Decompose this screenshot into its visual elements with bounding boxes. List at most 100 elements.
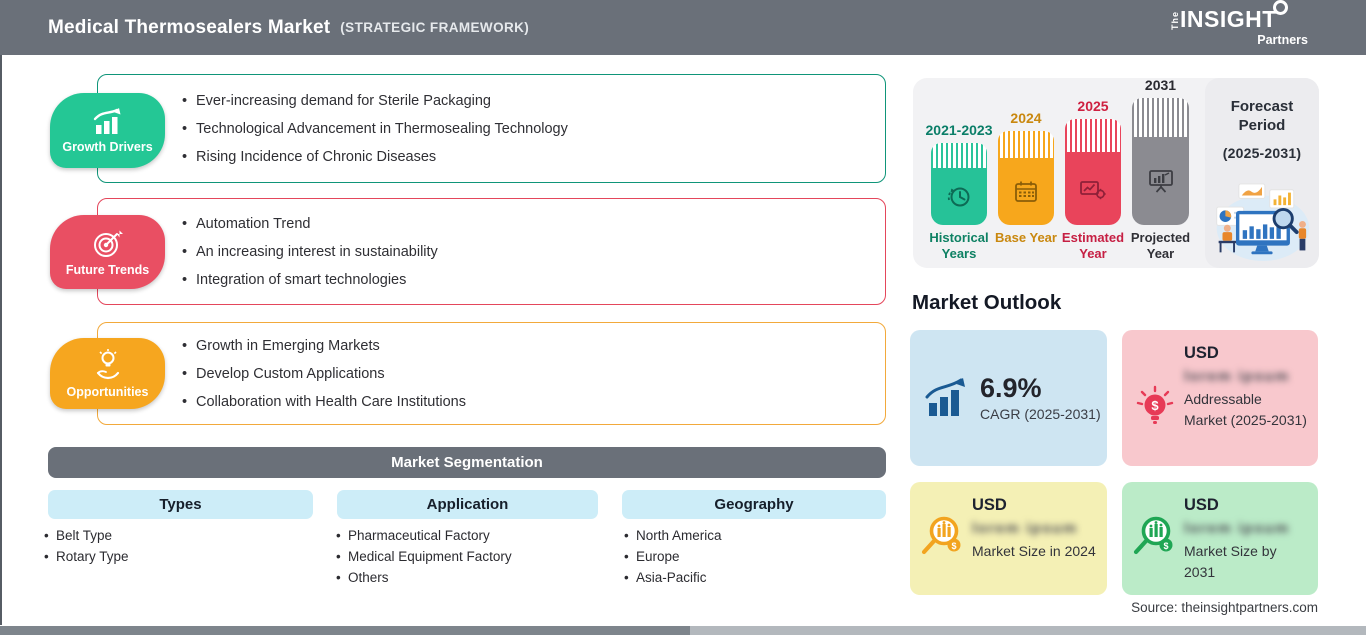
bullet-item: Automation Trend [182,210,885,238]
bullet-item: Technological Advancement in Thermoseali… [182,115,885,143]
bar-caption: Estimated Year [1061,230,1125,261]
segment-header-label: Types [159,496,202,513]
badge-label: Opportunities [66,385,149,399]
market-outlook-title: Market Outlook [912,291,1062,314]
segmentation-title: Market Segmentation [391,454,543,471]
blurred-value: lorem ipsum [972,520,1078,537]
segment-header-geography: Geography [622,490,886,519]
cagr-value: 6.9% [980,373,1042,404]
market-size-2024-card: $ USD lorem ipsum Market Size in 2024 [910,482,1107,595]
blurred-value: lorem ipsum [1184,368,1290,385]
bar-stripes [931,143,987,168]
bullet-item: Ever-increasing demand for Sterile Packa… [182,87,885,115]
page-subtitle: (STRATEGIC FRAMEWORK) [340,20,530,35]
blurred-value: lorem ipsum [1184,520,1290,537]
geography-list: North America Europe Asia-Pacific [624,525,722,588]
svg-text:$: $ [1163,541,1168,551]
bullet-item: An increasing interest in sustainability [182,238,885,266]
list-item: Others [336,567,512,588]
bar-solid [931,168,987,225]
bar-stripes [1065,119,1121,152]
currency-label: USD [972,496,1007,514]
future-trends-badge: Future Trends [50,215,165,289]
market-size-2031-card: $ USD lorem ipsum Market Size by 2031 [1122,482,1318,595]
list-item: Medical Equipment Factory [336,546,512,567]
list-item: Asia-Pacific [624,567,722,588]
card-caption: Addressable Market (2025-2031) [1184,391,1307,428]
magnifier-chart-icon-orange: $ [921,516,961,555]
bullet-item: Rising Incidence of Chronic Diseases [182,143,885,171]
svg-text:$: $ [951,541,956,551]
year-label: 2031 [1144,77,1177,93]
year-label: 2024 [1010,110,1042,126]
list-item: North America [624,525,722,546]
year-label: 2021-2023 [925,122,993,138]
years-timeline-panel: 2021-2023 Historical Years 2024 Base Yea… [913,77,1319,268]
page-title: Medical Thermosealers Market [48,16,331,38]
cagr-label: CAGR (2025-2031) [980,405,1101,422]
analytics-illustration [1216,183,1310,262]
application-list: Pharmaceutical Factory Medical Equipment… [336,525,512,588]
growth-drivers-badge: Growth Drivers [50,93,165,168]
bar-stripes [1132,98,1189,137]
badge-label: Growth Drivers [62,140,153,154]
source-attribution: Source: theinsightpartners.com [1131,600,1318,615]
cagr-card: 6.9% CAGR (2025-2031) [910,330,1107,466]
forecast-range: (2025-2031) [1222,144,1302,161]
logo-the-text: The [1170,10,1180,30]
svg-text:$: $ [1151,398,1159,413]
list-item: Rotary Type [44,546,129,567]
magnifier-chart-icon-green: $ [1133,516,1173,555]
segment-header-label: Geography [714,496,794,513]
left-edge-line [0,55,2,625]
base-year-bar: 2024 Base Year [995,110,1057,245]
card-caption: Market Size in 2024 [972,543,1096,559]
badge-label: Future Trends [65,262,150,277]
bar-solid [998,158,1054,225]
historical-years-bar: 2021-2023 Historical Years [926,122,993,261]
bar-caption: Base Year [995,230,1057,245]
presentation-chart-icon [1148,170,1173,193]
infographic-canvas: Medical Thermosealers Market (STRATEGIC … [0,0,1366,635]
header-bar: Medical Thermosealers Market (STRATEGIC … [0,0,1366,55]
bullet-item: Growth in Emerging Markets [182,332,885,360]
currency-label: USD [1184,344,1219,362]
bullet-item: Collaboration with Health Care Instituti… [182,388,885,416]
cagr-growth-icon [925,378,965,416]
forecast-period-panel: Forecast Period (2025-2031) [1205,78,1319,268]
segment-header-label: Application [426,496,509,513]
bar-solid [1065,152,1121,225]
currency-label: USD [1184,496,1219,514]
magnifier-loop-icon [1272,0,1288,15]
market-segmentation-header: Market Segmentation [48,447,886,478]
footer-bar-right [690,626,1366,635]
clock-history-icon [947,187,970,206]
year-label: 2025 [1077,98,1109,114]
bullet-item: Integration of smart technologies [182,266,885,294]
bullet-item: Develop Custom Applications [182,360,885,388]
logo-insight-text: INSIGHT [1180,6,1277,32]
projected-year-bar: 2031 Projected Year [1131,77,1190,261]
estimated-year-bar: 2025 Estimated Year [1062,98,1124,261]
segment-header-application: Application [337,490,598,519]
list-item: Belt Type [44,525,129,546]
bar-caption: Historical Years [929,230,989,261]
logo-partners-text: Partners [1257,33,1308,47]
segment-header-types: Types [48,490,313,519]
growth-chart-icon [93,108,120,134]
types-list: Belt Type Rotary Type [44,525,129,567]
target-icon [93,230,123,257]
list-item: Europe [624,546,722,567]
opportunities-box: Growth in Emerging Markets Develop Custo… [97,322,886,425]
list-item: Pharmaceutical Factory [336,525,512,546]
footer-bar-left [0,626,690,635]
opportunities-badge: Opportunities [50,338,165,409]
forecast-title: Forecast Period [1230,98,1294,134]
addressable-market-card: $ USD lorem ipsum Addressable Market (20… [1122,330,1318,466]
bulb-hand-icon [96,349,119,380]
growth-drivers-box: Ever-increasing demand for Sterile Packa… [97,74,886,183]
bulb-dollar-icon: $ [1136,385,1174,424]
calendar-icon [1015,181,1037,202]
the-insight-partners-logo: The INSIGHT Partners [1170,0,1310,47]
bar-solid [1132,137,1189,225]
